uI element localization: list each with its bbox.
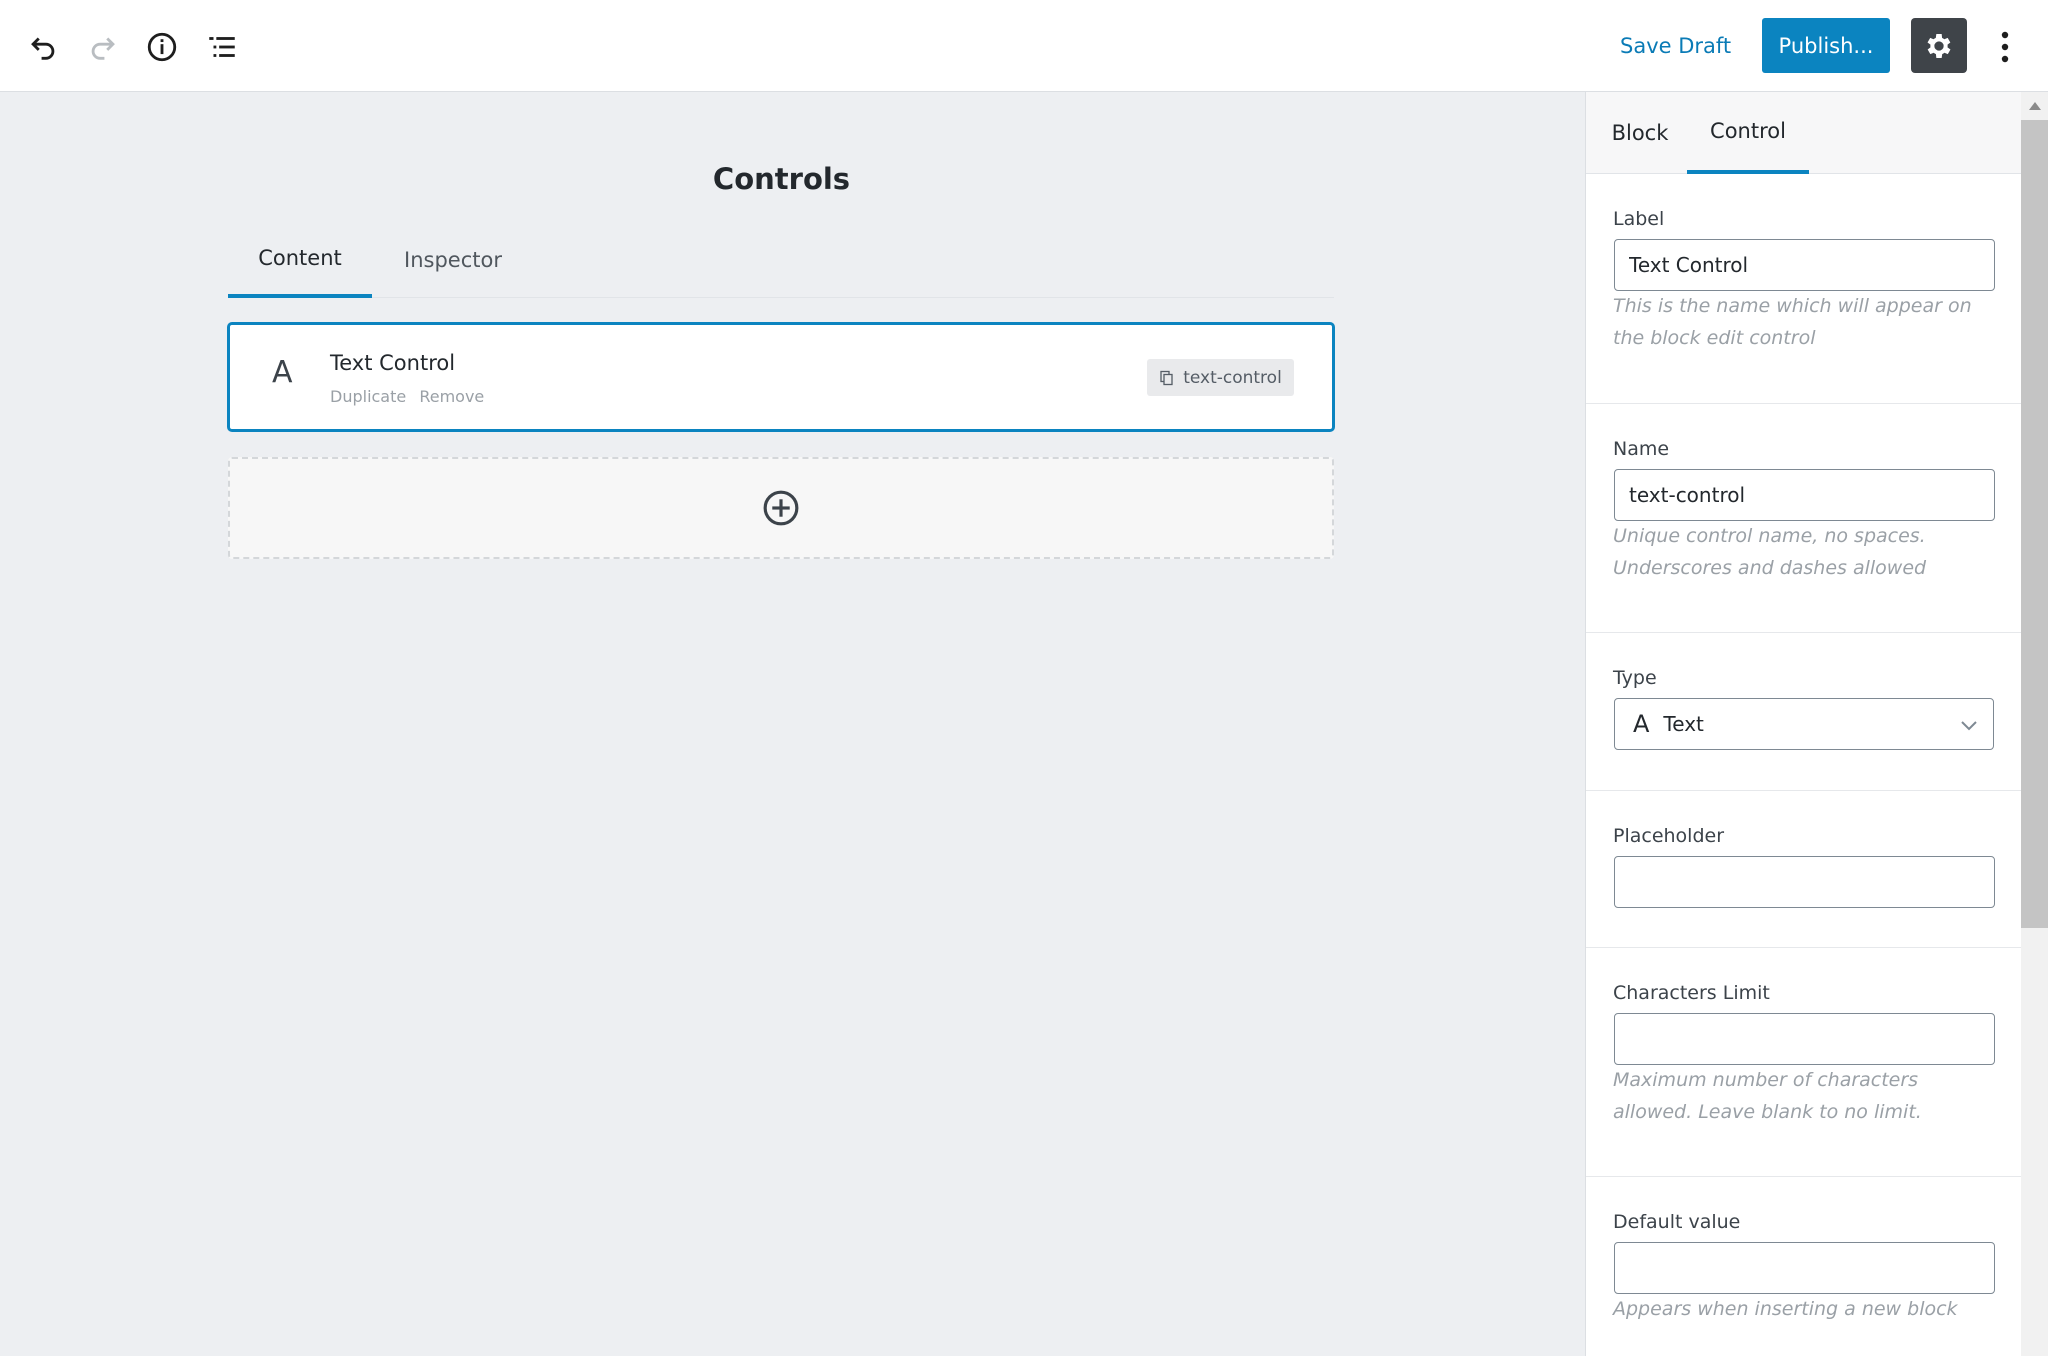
characters-limit-help-text: Maximum number of characters allowed. Le… (1613, 1069, 1922, 1123)
name-input[interactable] (1614, 469, 1995, 521)
info-icon (147, 32, 177, 62)
save-draft-button[interactable]: Save Draft (1620, 26, 1731, 66)
settings-button[interactable] (1911, 18, 1967, 73)
text-type-icon: A (272, 355, 293, 390)
add-control-area[interactable] (228, 457, 1334, 559)
type-field-label: Type (1613, 667, 1657, 689)
tab-control[interactable]: Control (1687, 92, 1809, 174)
label-field-label: Label (1613, 208, 1665, 230)
name-field-label: Name (1613, 438, 1670, 460)
default-value-input[interactable] (1614, 1242, 1995, 1294)
outline-button[interactable] (197, 22, 247, 72)
tab-block[interactable]: Block (1600, 92, 1680, 174)
scroll-up-button[interactable] (2021, 92, 2048, 120)
redo-icon (91, 37, 115, 60)
triangle-up-icon (2028, 102, 2041, 110)
default-value-section: Default value Appears when inserting a n… (1586, 1177, 2021, 1356)
undo-icon (31, 37, 55, 60)
gear-icon (1927, 33, 1951, 58)
settings-sidebar: Block Control Label This is the name whi… (1585, 92, 2021, 1356)
characters-limit-field-label: Characters Limit (1613, 982, 1770, 1004)
controls-tabs: Content Inspector (228, 222, 1334, 298)
remove-link[interactable]: Remove (419, 387, 484, 406)
plus-circle-icon (763, 490, 799, 526)
sidebar-scrollbar[interactable] (2021, 92, 2048, 1356)
copy-icon (1160, 370, 1173, 385)
publish-button[interactable]: Publish... (1762, 18, 1890, 73)
more-options-button[interactable] (1990, 22, 2020, 72)
placeholder-input[interactable] (1614, 856, 1995, 908)
type-select-value: Text (1663, 712, 1704, 736)
page-title: Controls (712, 162, 851, 196)
editor-toolbar: Save Draft Publish... (0, 0, 2048, 92)
undo-button[interactable] (18, 22, 68, 72)
label-section: Label This is the name which will appear… (1586, 174, 2021, 404)
default-value-field-label: Default value (1613, 1211, 1741, 1233)
tab-content[interactable]: Content (228, 222, 372, 298)
text-type-icon: A (1633, 710, 1650, 738)
type-select[interactable]: A Text (1614, 698, 1994, 750)
label-help-text: This is the name which will appear on th… (1613, 295, 1972, 349)
tab-inspector[interactable]: Inspector (378, 222, 528, 298)
redo-button[interactable] (78, 22, 128, 72)
control-card-text[interactable]: A Text Control Duplicate Remove text-con… (227, 322, 1335, 432)
default-value-help-text: Appears when inserting a new block (1613, 1298, 1958, 1320)
chevron-down-icon (1961, 721, 1977, 731)
info-button[interactable] (137, 22, 187, 72)
placeholder-field-label: Placeholder (1613, 825, 1725, 847)
control-slug: text-control (1183, 367, 1282, 388)
placeholder-section: Placeholder (1586, 791, 2021, 948)
control-actions: Duplicate Remove (330, 387, 492, 406)
vertical-ellipsis-icon (2001, 31, 2009, 63)
editor-canvas: Controls Content Inspector A Text Contro… (0, 92, 1585, 1356)
name-section: Name Unique control name, no spaces. Und… (1586, 404, 2021, 633)
control-slug-badge[interactable]: text-control (1147, 359, 1294, 396)
control-title: Text Control (330, 351, 456, 375)
characters-limit-input[interactable] (1614, 1013, 1995, 1065)
characters-limit-section: Characters Limit Maximum number of chara… (1586, 948, 2021, 1177)
sidebar-tabs: Block Control (1586, 92, 2021, 174)
duplicate-link[interactable]: Duplicate (330, 387, 406, 406)
label-input[interactable] (1614, 239, 1995, 291)
type-section: Type A Text (1586, 633, 2021, 791)
scrollbar-thumb[interactable] (2021, 120, 2048, 928)
list-outline-icon (209, 37, 235, 57)
name-help-text: Unique control name, no spaces. Undersco… (1613, 525, 1927, 579)
